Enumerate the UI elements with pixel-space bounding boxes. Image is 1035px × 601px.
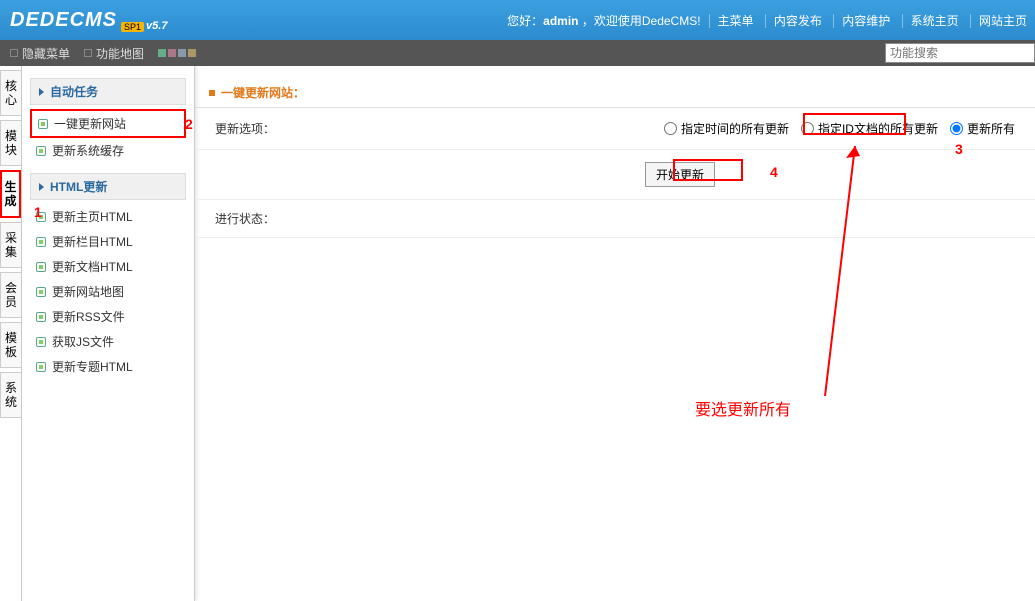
dot-icon (209, 90, 215, 96)
top-nav: 主菜单 内容发布 内容维护 系统主页 网站主页 (709, 12, 1035, 29)
vtab-member[interactable]: 会员 (0, 272, 21, 318)
vtab-system[interactable]: 系统 (0, 372, 21, 418)
bullet-icon (36, 237, 46, 247)
topbar: DEDECMS SP1 v5.7 您好：admin ，欢迎使用DedeCMS! … (0, 0, 1035, 40)
vtab-generate[interactable]: 生成 (0, 170, 21, 218)
square-icon (84, 49, 92, 57)
option-label: 更新选项： (215, 120, 315, 137)
nav-maintain[interactable]: 内容维护 (833, 14, 898, 28)
group-auto-task[interactable]: 自动任务 (30, 78, 186, 105)
bullet-icon (36, 312, 46, 322)
hide-menu[interactable]: 隐藏菜单 (10, 45, 70, 62)
logo: DEDECMS SP1 v5.7 (10, 9, 167, 32)
search-box (885, 40, 1035, 66)
bullet-icon (36, 362, 46, 372)
sidebar-item-column-html[interactable]: 更新栏目HTML (30, 229, 186, 254)
status-row: 进行状态： (195, 200, 1035, 238)
nav-sitehome[interactable]: 网站主页 (970, 14, 1035, 28)
sidebar-item-onekey-update[interactable]: 一键更新网站 (30, 109, 186, 138)
triangle-icon (39, 183, 44, 191)
triangle-icon (39, 88, 44, 96)
square-icon (10, 49, 18, 57)
group-html-update[interactable]: HTML更新 (30, 173, 186, 200)
subbar: 隐藏菜单 功能地图 (0, 40, 1035, 66)
bullet-icon (36, 212, 46, 222)
bullet-icon (36, 337, 46, 347)
welcome-text: 您好：admin ，欢迎使用DedeCMS! (507, 12, 700, 29)
start-update-button[interactable]: 开始更新 (645, 162, 715, 187)
radio-by-time[interactable]: 指定时间的所有更新 (664, 120, 789, 137)
logo-version: v5.7 (146, 20, 167, 32)
sidebar-item-sitemap[interactable]: 更新网站地图 (30, 279, 186, 304)
bullet-icon (36, 262, 46, 272)
status-label: 进行状态： (215, 212, 275, 226)
vtab-template[interactable]: 模板 (0, 322, 21, 368)
radio-input-id[interactable] (801, 122, 814, 135)
annotation-note: 要选更新所有 (695, 396, 791, 420)
vtab-core[interactable]: 核心 (0, 70, 21, 116)
radio-input-time[interactable] (664, 122, 677, 135)
sidebar: 自动任务 一键更新网站 更新系统缓存 HTML更新 更新主页HTML 更新栏目H… (22, 66, 195, 601)
bullet-icon (36, 287, 46, 297)
button-row: 开始更新 (195, 150, 1035, 200)
vtab-module[interactable]: 模块 (0, 120, 21, 166)
vtab-collect[interactable]: 采集 (0, 222, 21, 268)
nav-publish[interactable]: 内容发布 (765, 14, 830, 28)
bullet-icon (36, 146, 46, 156)
func-map[interactable]: 功能地图 (84, 45, 144, 62)
option-row: 更新选项： 指定时间的所有更新 指定ID文档的所有更新 更新所有 (195, 108, 1035, 150)
radio-all[interactable]: 更新所有 (950, 120, 1015, 137)
sidebar-item-update-cache[interactable]: 更新系统缓存 (30, 138, 186, 163)
logo-badge: SP1 (121, 22, 144, 32)
radio-by-id[interactable]: 指定ID文档的所有更新 (801, 120, 938, 137)
bullet-icon (38, 119, 48, 129)
sidebar-item-rss[interactable]: 更新RSS文件 (30, 304, 186, 329)
nav-main[interactable]: 主菜单 (709, 14, 762, 28)
nav-syshome[interactable]: 系统主页 (902, 14, 967, 28)
vertical-tabs: 核心 模块 生成 采集 会员 模板 系统 (0, 66, 22, 601)
sidebar-item-js[interactable]: 获取JS文件 (30, 329, 186, 354)
logo-text: DEDECMS (10, 9, 117, 32)
sidebar-item-doc-html[interactable]: 更新文档HTML (30, 254, 186, 279)
search-input[interactable] (885, 43, 1035, 63)
sidebar-item-home-html[interactable]: 更新主页HTML (30, 204, 186, 229)
sidebar-item-topic-html[interactable]: 更新专题HTML (30, 354, 186, 379)
radio-input-all[interactable] (950, 122, 963, 135)
panel-title: 一键更新网站： (195, 78, 1035, 108)
main-panel: 一键更新网站： 更新选项： 指定时间的所有更新 指定ID文档的所有更新 更新所有… (195, 66, 1035, 601)
color-squares (158, 49, 196, 57)
